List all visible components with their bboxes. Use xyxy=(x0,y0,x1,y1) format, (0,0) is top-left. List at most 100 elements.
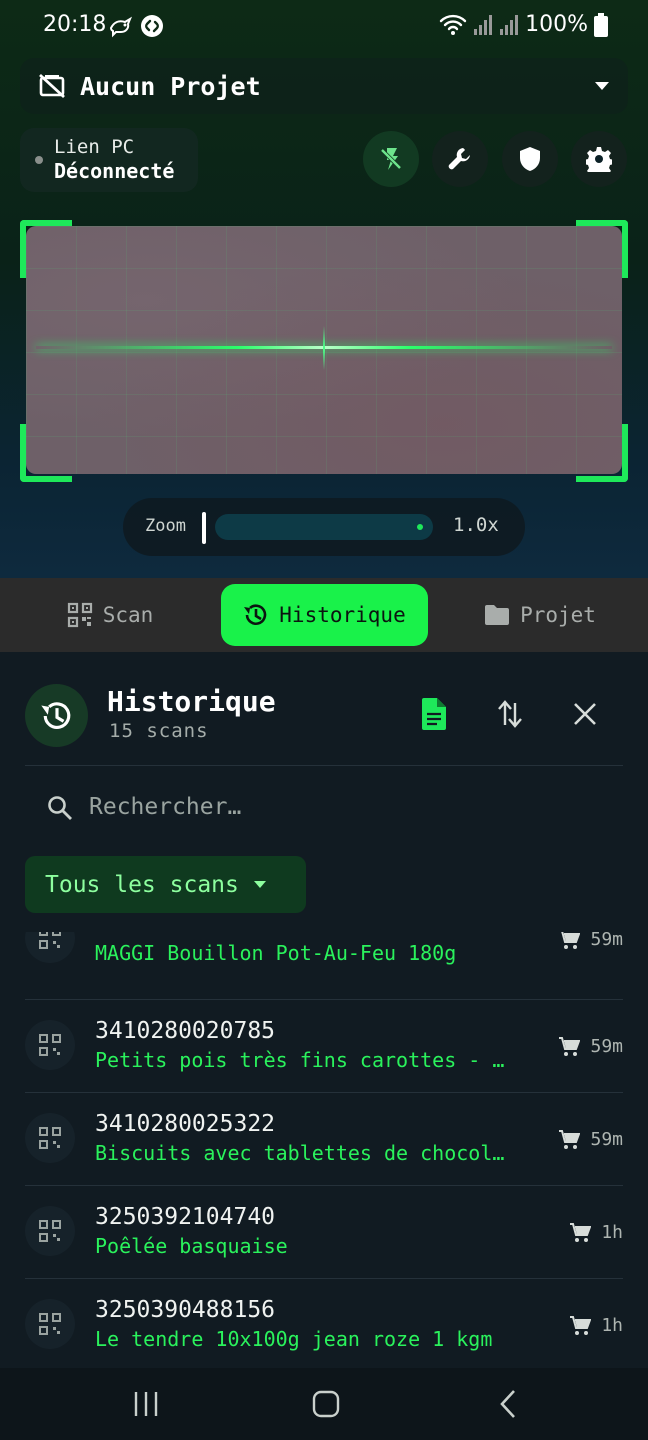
cart-icon xyxy=(570,1315,592,1335)
security-button[interactable] xyxy=(502,131,558,187)
tab-scan[interactable]: Scan xyxy=(40,584,180,646)
cart-icon xyxy=(559,1036,581,1056)
scan-meta: 1h xyxy=(569,1222,623,1243)
back-icon xyxy=(500,1390,515,1418)
status-notification-icons xyxy=(108,14,164,38)
connection-dot-icon xyxy=(35,156,43,164)
scan-meta: 1h xyxy=(569,1315,623,1336)
barcode-icon xyxy=(25,1206,75,1256)
status-bar: 20:18 100% xyxy=(0,0,648,54)
recent-apps-button[interactable] xyxy=(116,1382,176,1426)
cart-icon xyxy=(570,1222,592,1242)
project-title: Aucun Projet xyxy=(80,71,261,101)
status-system-icons: 100% xyxy=(439,12,608,37)
frame-corner-top-right xyxy=(576,220,628,278)
scan-time: 1h xyxy=(601,1222,623,1243)
history-scan-count: 15 scans xyxy=(109,720,209,742)
folder-icon xyxy=(485,605,510,625)
home-button[interactable] xyxy=(296,1382,356,1426)
list-item[interactable]: 3410280020785 Petits pois très fins caro… xyxy=(25,999,623,1092)
tools-button[interactable] xyxy=(432,131,488,187)
pc-link-status[interactable]: Lien PC Déconnecté xyxy=(20,128,198,192)
list-item[interactable]: 7613033567914 MAGGI Bouillon Pot-Au-Feu … xyxy=(25,932,623,985)
back-button[interactable] xyxy=(478,1382,538,1426)
history-header-icon xyxy=(25,684,88,747)
pc-link-status-text: Déconnecté xyxy=(54,159,175,183)
sort-button[interactable] xyxy=(490,692,530,736)
battery-icon xyxy=(594,12,608,37)
project-selector[interactable]: Aucun Projet xyxy=(20,58,628,114)
barcode-icon xyxy=(25,1299,75,1349)
flash-off-icon xyxy=(379,147,403,171)
document-icon xyxy=(422,698,446,730)
pc-link-label: Lien PC xyxy=(54,136,135,158)
scan-code: 7613033567914 xyxy=(95,932,275,937)
history-panel: Historique 15 scans Tous les scans 76130… xyxy=(0,652,648,1368)
scan-time: 59m xyxy=(590,1129,623,1150)
scan-time: 59m xyxy=(590,1036,623,1057)
barcode-icon xyxy=(25,932,75,963)
settings-button[interactable] xyxy=(571,131,627,187)
search-icon xyxy=(48,796,72,820)
cart-icon xyxy=(559,1129,581,1149)
tab-historique[interactable]: Historique xyxy=(221,584,428,646)
tab-bar: Scan Historique Projet xyxy=(0,578,648,652)
scan-history-list[interactable]: 7613033567914 MAGGI Bouillon Pot-Au-Feu … xyxy=(0,932,648,1368)
frame-corner-bottom-left xyxy=(20,424,72,482)
frame-corner-bottom-right xyxy=(576,424,628,482)
tab-scan-label: Scan xyxy=(102,603,154,627)
close-icon xyxy=(574,703,596,725)
system-navigation-bar xyxy=(0,1368,648,1440)
wrench-icon xyxy=(448,148,470,170)
tab-historique-label: Historique xyxy=(279,603,406,627)
scan-meta: 59m xyxy=(558,1129,623,1150)
close-history-button[interactable] xyxy=(565,692,605,736)
search-input[interactable] xyxy=(89,790,589,824)
product-name: Poêlée basquaise xyxy=(95,1234,288,1258)
scan-filter-dropdown[interactable]: Tous les scans xyxy=(25,856,306,913)
list-item[interactable]: 3250392104740 Poêlée basquaise 1h xyxy=(25,1185,623,1278)
search-bar[interactable] xyxy=(25,776,623,838)
chevron-down-icon xyxy=(253,881,266,888)
barcode-icon xyxy=(25,1020,75,1070)
flash-toggle-button[interactable] xyxy=(363,131,419,187)
sort-arrows-icon xyxy=(498,700,522,728)
tab-projet[interactable]: Projet xyxy=(470,584,610,646)
shield-icon xyxy=(520,147,540,171)
header-divider xyxy=(25,765,623,766)
scan-time: 1h xyxy=(601,1315,623,1336)
zoom-label: Zoom xyxy=(145,516,186,536)
zoom-slider[interactable] xyxy=(215,514,433,540)
product-name: Biscuits avec tablettes de chocol… xyxy=(95,1141,505,1165)
chevron-down-icon xyxy=(595,82,609,90)
scan-filter-label: Tous les scans xyxy=(45,871,239,898)
zoom-max-dot xyxy=(417,524,423,530)
history-icon xyxy=(40,701,70,729)
shazam-icon xyxy=(141,15,163,37)
list-item[interactable]: 3250390488156 Le tendre 10x100g jean roz… xyxy=(25,1278,623,1368)
product-name: Petits pois très fins carottes - … xyxy=(95,1048,505,1072)
gear-icon xyxy=(586,147,612,172)
camera-viewfinder[interactable] xyxy=(26,226,622,474)
zoom-slider-thumb[interactable] xyxy=(202,512,206,544)
frame-corner-top-left xyxy=(20,220,72,278)
battery-percentage: 100% xyxy=(525,12,588,37)
scan-meta: 59m xyxy=(558,932,623,950)
scan-code: 3250392104740 xyxy=(95,1204,276,1230)
history-icon xyxy=(244,604,267,625)
history-title: Historique xyxy=(107,685,276,718)
zoom-control: Zoom 1.0x xyxy=(123,498,525,556)
tab-projet-label: Projet xyxy=(520,603,596,627)
signal-icon xyxy=(474,14,493,35)
no-project-icon xyxy=(39,73,65,99)
scan-code: 3410280020785 xyxy=(95,1018,276,1044)
export-document-button[interactable] xyxy=(414,692,454,736)
wifi-icon xyxy=(439,14,467,35)
list-item[interactable]: 3410280025322 Biscuits avec tablettes de… xyxy=(25,1092,623,1185)
zoom-value: 1.0x xyxy=(453,514,499,536)
recent-apps-icon xyxy=(134,1392,158,1416)
scan-crosshair xyxy=(323,326,325,370)
status-time: 20:18 xyxy=(43,12,107,37)
qr-scan-icon xyxy=(67,602,92,628)
scan-code: 3250390488156 xyxy=(95,1297,276,1323)
